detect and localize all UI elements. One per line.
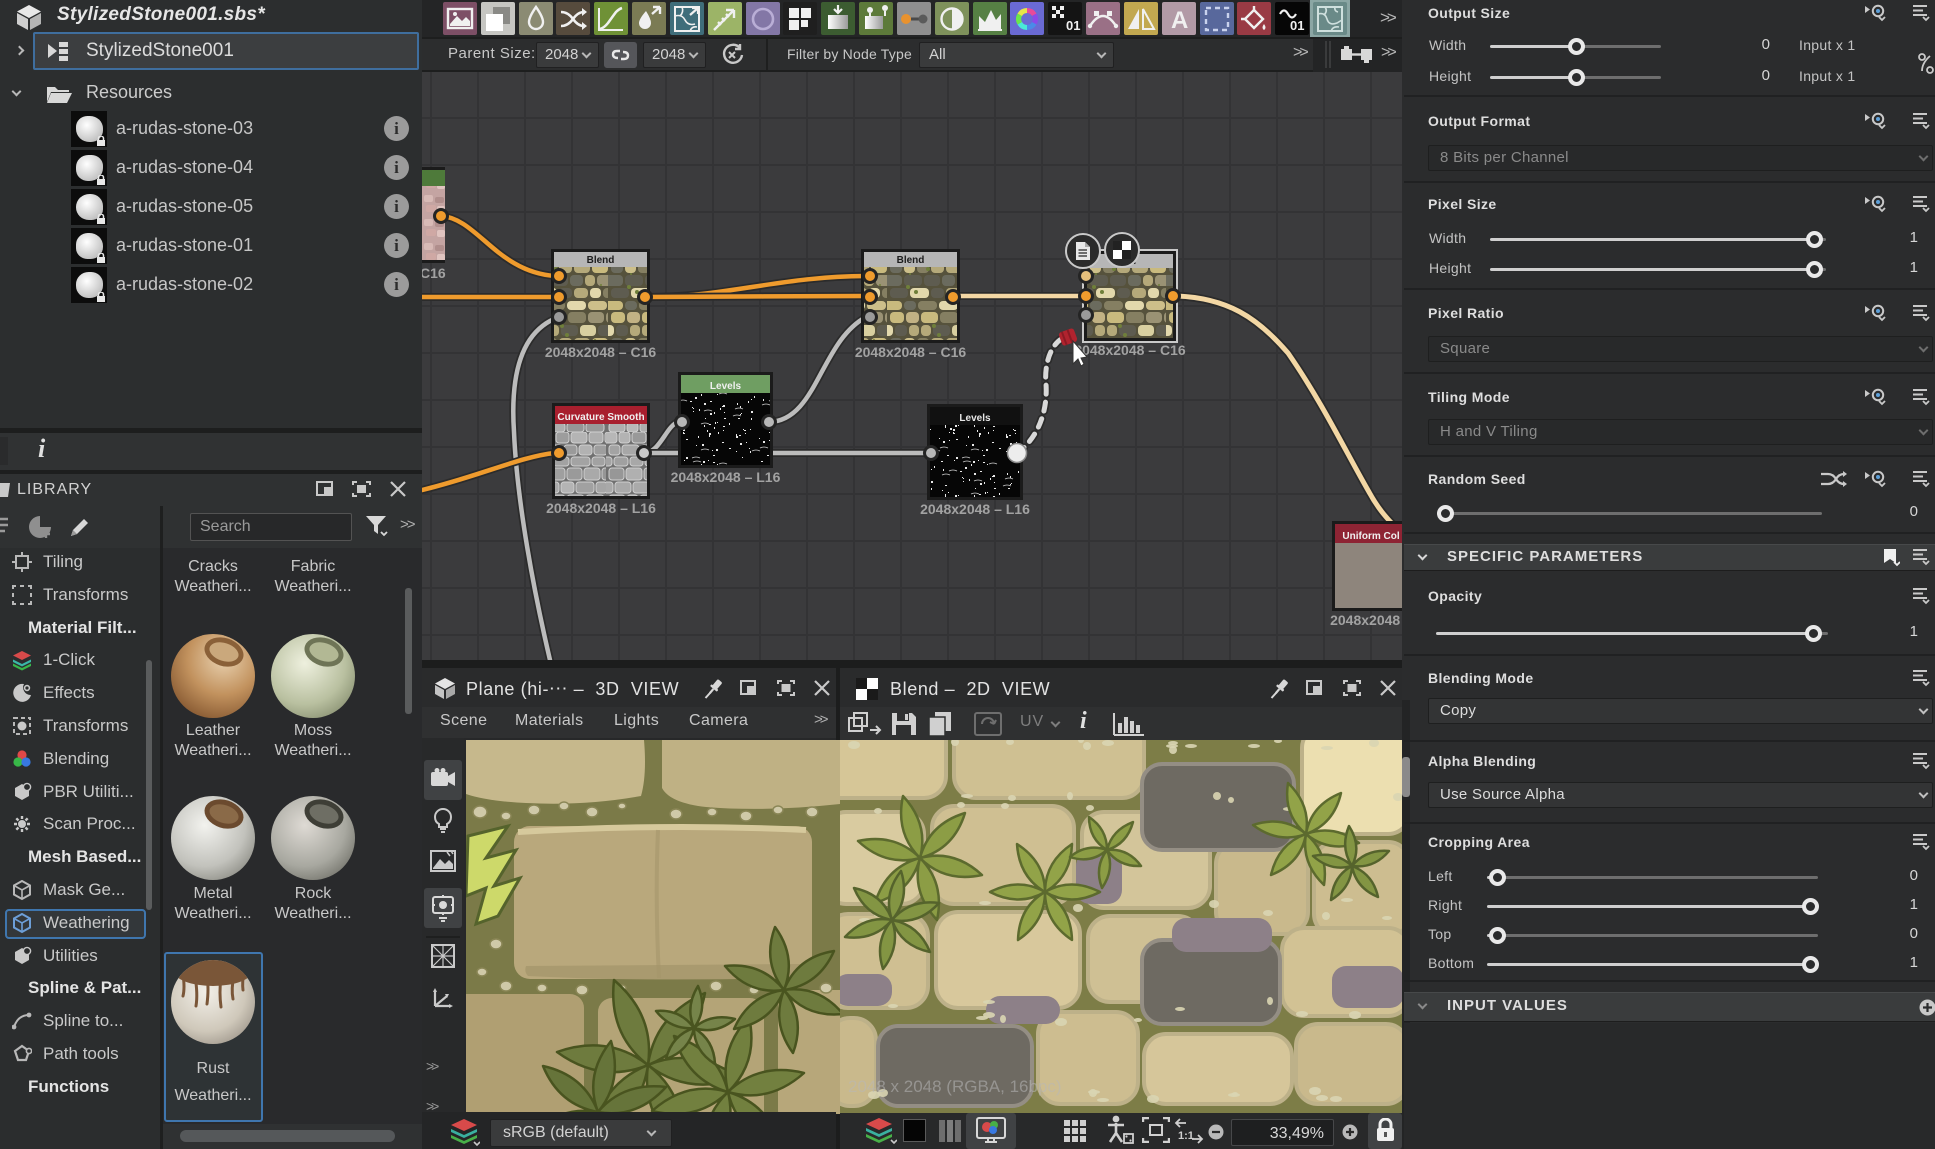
svg-text:2048 x 2048 (RGBA, 16bpc): 2048 x 2048 (RGBA, 16bpc) [848,1077,1062,1096]
svg-text:2048x2048 – C16: 2048x2048 – C16 [545,344,657,360]
svg-text:01: 01 [1066,18,1080,33]
svg-text:2048x2048 – C16: 2048x2048 – C16 [1074,342,1186,358]
svg-text:Blend: Blend [587,255,615,266]
svg-text:2048x2048 – L16: 2048x2048 – L16 [671,469,781,485]
svg-text:Uniform Col: Uniform Col [1342,531,1399,542]
svg-text:2048x2048 – L16: 2048x2048 – L16 [920,501,1030,517]
svg-text:Blend: Blend [897,255,925,266]
svg-text:2048x2048 –: 2048x2048 – [1330,612,1402,628]
svg-text:1:1: 1:1 [1178,1130,1194,1142]
svg-text:Levels: Levels [959,413,991,424]
svg-text:01: 01 [1290,18,1304,33]
svg-text:Levels: Levels [710,381,742,392]
svg-text:Curvature Smooth: Curvature Smooth [557,412,644,423]
svg-text:2048x2048 – C16: 2048x2048 – C16 [855,344,967,360]
svg-text:2048x2048 – L16: 2048x2048 – L16 [546,500,656,516]
svg-text:A: A [1171,7,1188,34]
svg-text:C16: C16 [422,265,446,281]
